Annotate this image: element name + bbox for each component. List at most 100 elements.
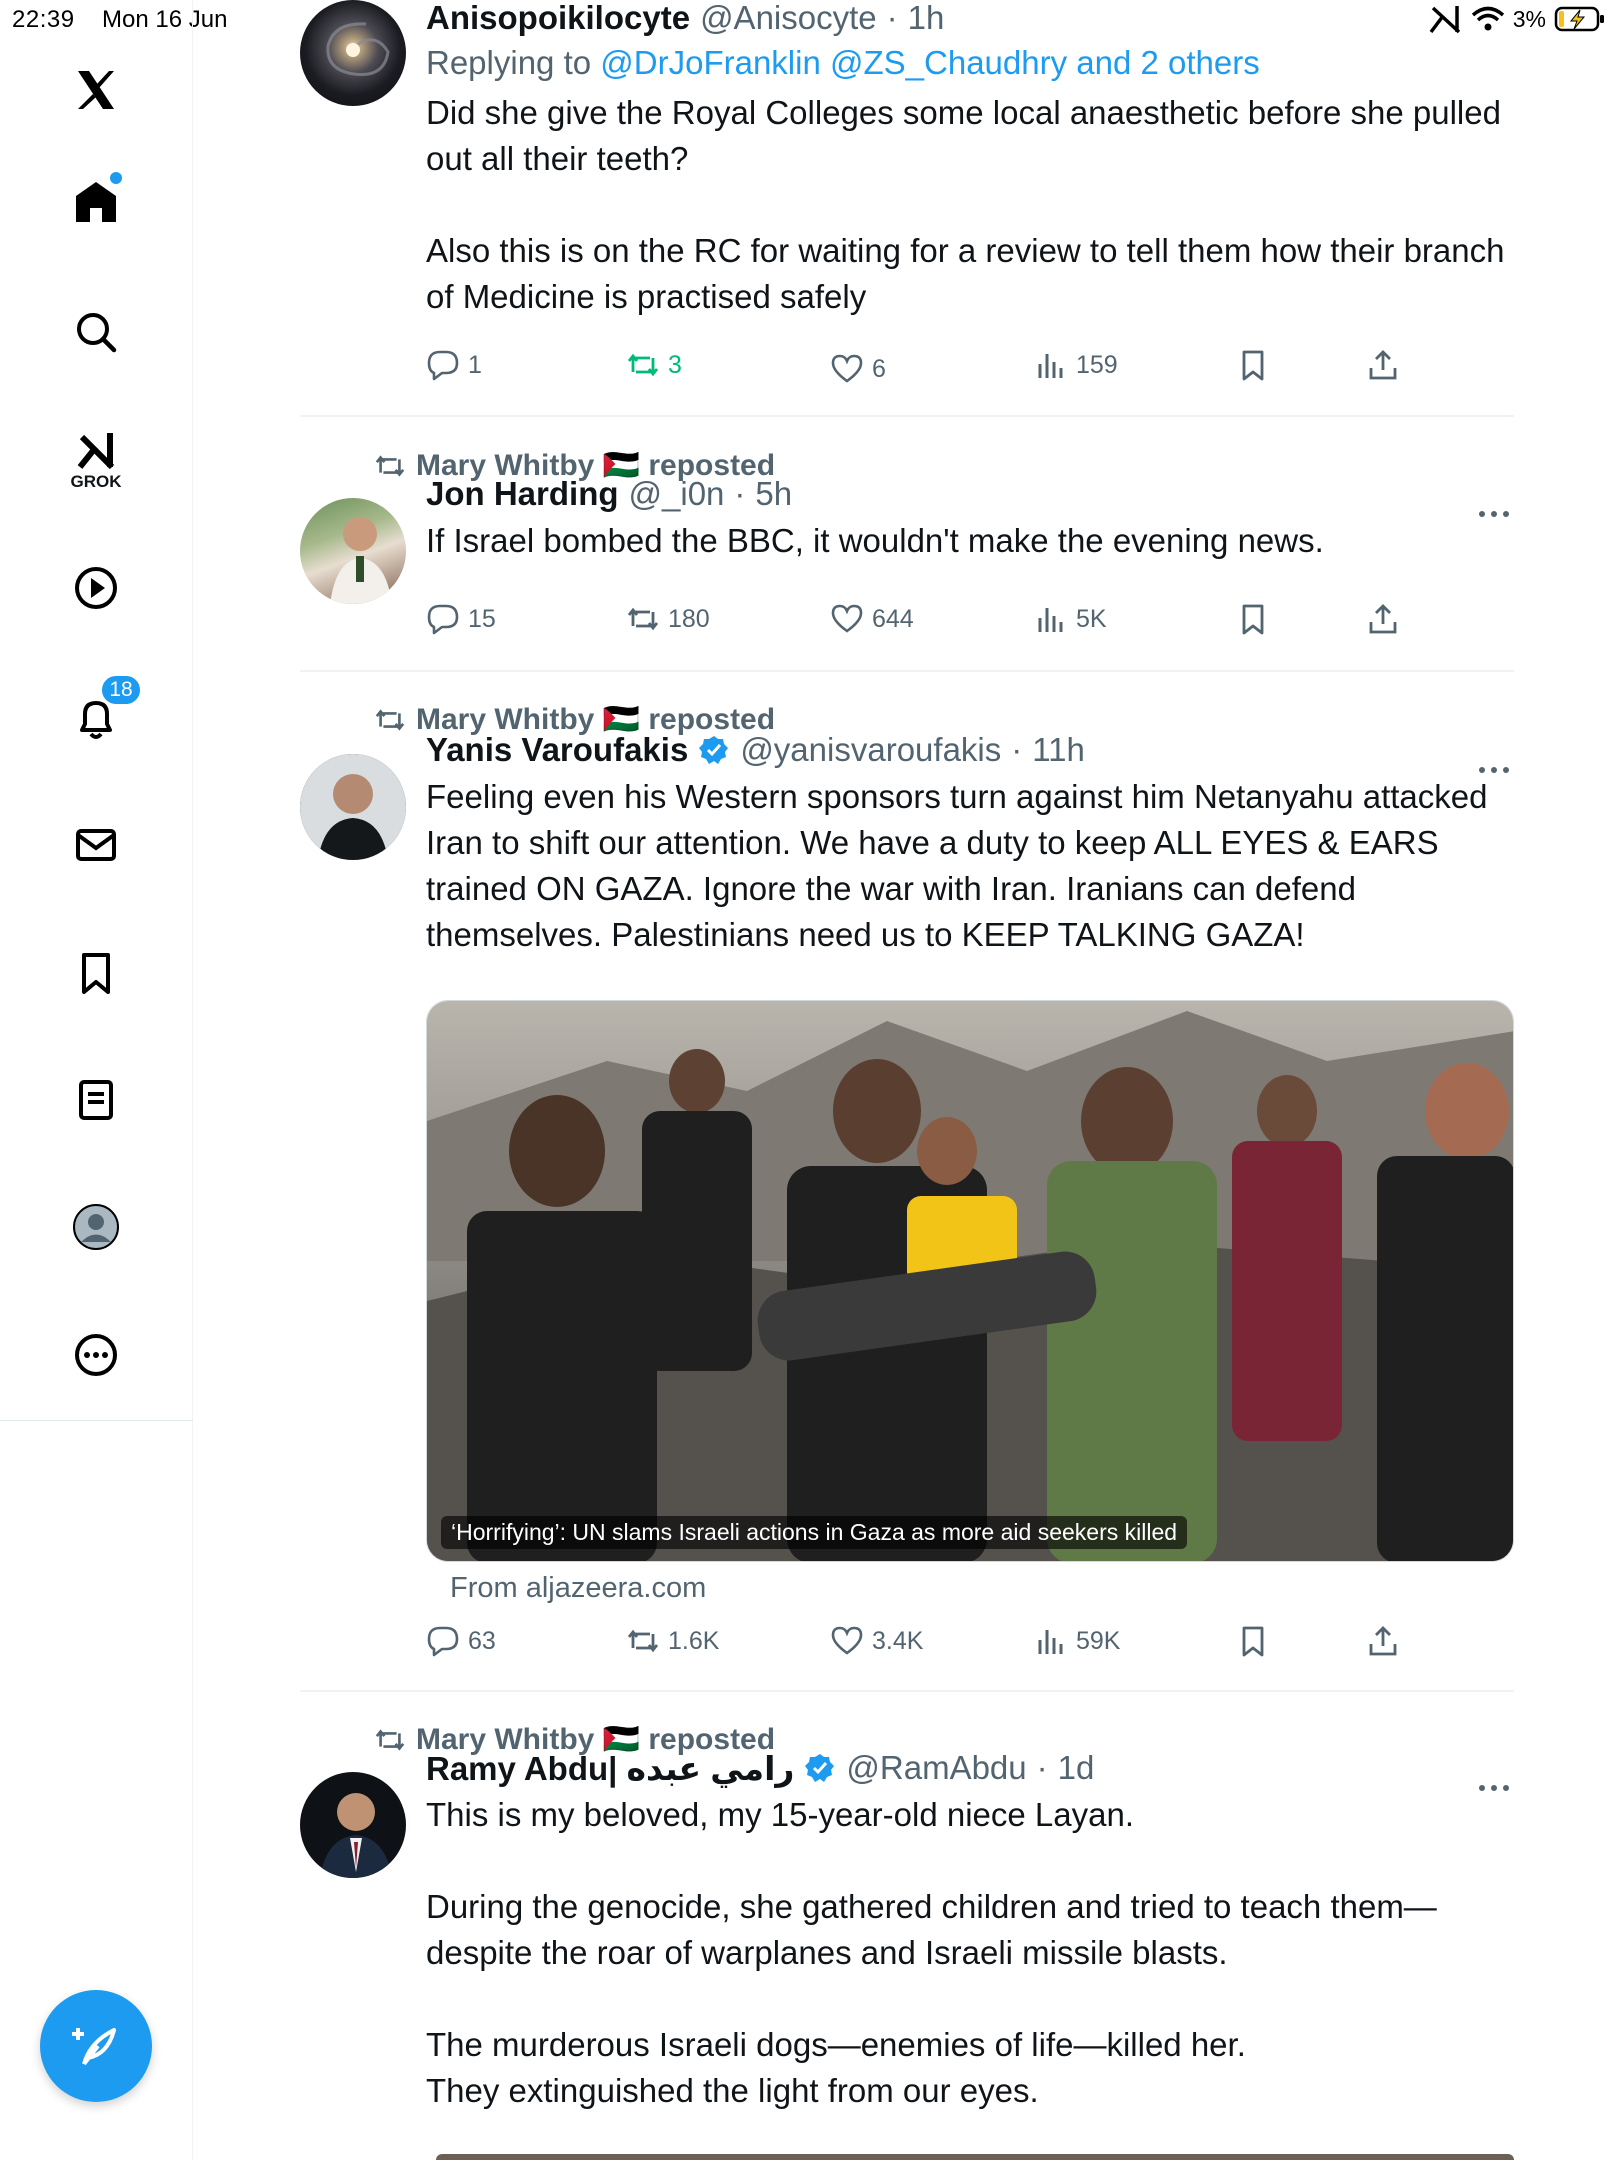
tweet-divider	[300, 415, 1514, 417]
bookmark-icon	[1242, 604, 1264, 635]
link-card-image	[427, 1001, 1513, 1561]
display-name[interactable]: Yanis Varoufakis	[426, 731, 688, 769]
link-card[interactable]: ‘Horrifying’: UN slams Israeli actions i…	[426, 1000, 1514, 1562]
more-options-icon[interactable]	[1474, 760, 1514, 780]
repost-count: 3	[668, 350, 682, 379]
timestamp[interactable]: 1h	[908, 0, 945, 37]
reply-button[interactable]: 1	[426, 348, 482, 382]
handle[interactable]: @RamAbdu	[846, 1749, 1026, 1787]
tweet-body: Anisopoikilocyte @Anisocyte · 1h Replyin…	[426, 0, 1514, 320]
handle[interactable]: @_i0n	[629, 475, 725, 513]
tweet-actions: 63 1.6K 3.4K 59K	[426, 1624, 1514, 1664]
home-notification-dot	[110, 172, 122, 184]
share-button[interactable]	[1366, 602, 1400, 636]
bookmark-button[interactable]	[1236, 1624, 1270, 1658]
avatar[interactable]	[300, 0, 406, 106]
views-icon	[1038, 1630, 1063, 1654]
reply-context: Replying to @DrJoFranklin @ZS_Chaudhry a…	[426, 44, 1514, 82]
tweet-header: Ramy Abdu| رامي عبده @RamAbdu · 1d	[426, 1748, 1514, 1788]
share-button[interactable]	[1366, 1624, 1400, 1658]
repost-small-icon	[375, 454, 405, 477]
sidebar-item-lists[interactable]	[66, 1070, 126, 1130]
mail-icon	[76, 829, 116, 861]
repost-small-icon	[375, 708, 405, 731]
bookmark-icon	[82, 953, 110, 994]
more-options-icon[interactable]	[1474, 504, 1514, 524]
sidebar-item-messages[interactable]	[66, 815, 126, 875]
views-icon	[1038, 608, 1063, 632]
tweet-actions: 1 3 6 159	[426, 348, 1514, 388]
timestamp[interactable]: 5h	[755, 475, 792, 513]
verified-badge-icon	[805, 1754, 835, 1782]
compose-icon	[72, 2028, 116, 2066]
more-icon	[75, 1334, 117, 1376]
like-button[interactable]: 3.4K	[830, 1624, 923, 1658]
avatar[interactable]	[300, 754, 406, 860]
like-button[interactable]: 644	[830, 602, 914, 636]
grok-icon	[77, 433, 115, 470]
avatar[interactable]	[300, 1772, 406, 1878]
tweet[interactable]: Mary Whitby 🇵🇸 reposted Jon Harding @_i0…	[300, 418, 1514, 672]
separator-dot: ·	[1036, 1749, 1048, 1786]
share-button[interactable]	[1366, 348, 1400, 382]
reply-targets-link[interactable]: @DrJoFranklin @ZS_Chaudhry and 2 others	[600, 44, 1259, 81]
avatar-portrait	[300, 754, 406, 860]
tweet[interactable]: Mary Whitby 🇵🇸 reposted Ramy Abdu| رامي …	[300, 1692, 1514, 2160]
display-name[interactable]: Jon Harding	[426, 475, 619, 513]
bookmark-icon	[1242, 1626, 1264, 1657]
sidebar-item-videos[interactable]	[66, 558, 126, 618]
timestamp[interactable]: 11h	[1032, 731, 1085, 769]
galaxy-image	[326, 22, 390, 77]
sidebar-item-explore[interactable]	[66, 302, 126, 362]
like-count: 6	[872, 354, 886, 383]
handle[interactable]: @Anisocyte	[700, 0, 877, 37]
reply-prefix: Replying to	[426, 44, 592, 81]
timestamp[interactable]: 1d	[1058, 1749, 1095, 1787]
repost-button[interactable]: 180	[626, 602, 710, 636]
repost-count: 180	[668, 604, 710, 633]
share-icon	[1369, 1626, 1397, 1656]
reply-count: 63	[468, 1626, 496, 1655]
tweet-body: Jon Harding @_i0n · 5h If Israel bombed …	[426, 475, 1514, 564]
repost-button[interactable]: 3	[626, 348, 682, 382]
link-card-source[interactable]: From aljazeera.com	[450, 1572, 706, 1605]
tweet-text: Feeling even his Western sponsors turn a…	[426, 778, 1497, 953]
views-button[interactable]: 59K	[1034, 1624, 1120, 1658]
repost-icon	[627, 1629, 659, 1653]
reply-button[interactable]: 63	[426, 1624, 496, 1658]
tweet[interactable]: Mary Whitby 🇵🇸 reposted Yanis Varoufakis…	[300, 672, 1514, 1692]
reply-count: 15	[468, 604, 496, 633]
like-button[interactable]: 6	[830, 352, 886, 386]
x-logo-icon[interactable]	[66, 60, 126, 120]
sidebar: GROK 18	[0, 0, 193, 2160]
more-options-icon[interactable]	[1474, 1778, 1514, 1798]
bookmark-icon	[1242, 350, 1264, 381]
sidebar-item-bookmarks[interactable]	[66, 943, 126, 1003]
bookmark-button[interactable]	[1236, 348, 1270, 382]
sidebar-item-profile[interactable]	[66, 1197, 126, 1257]
sidebar-item-more[interactable]	[66, 1325, 126, 1385]
views-button[interactable]: 5K	[1034, 602, 1107, 636]
repost-icon	[627, 607, 659, 631]
sidebar-item-grok[interactable]: GROK	[66, 428, 126, 491]
tweet-actions: 15 180 644 5K	[426, 602, 1514, 642]
heart-icon	[831, 354, 863, 383]
bookmark-button[interactable]	[1236, 602, 1270, 636]
views-button[interactable]: 159	[1034, 348, 1118, 382]
sidebar-divider	[0, 1420, 193, 1421]
search-icon	[77, 313, 117, 353]
tweet-body: Yanis Varoufakis @yanisvaroufakis · 11h …	[426, 731, 1514, 958]
handle[interactable]: @yanisvaroufakis	[740, 731, 1001, 769]
sidebar-item-notifications[interactable]: 18	[66, 674, 142, 748]
tweet[interactable]: Anisopoikilocyte @Anisocyte · 1h Replyin…	[300, 0, 1514, 418]
display-name[interactable]: Ramy Abdu| رامي عبده	[426, 1749, 794, 1788]
tweet-header: Yanis Varoufakis @yanisvaroufakis · 11h	[426, 730, 1514, 770]
avatar[interactable]	[300, 498, 406, 604]
repost-icon	[627, 353, 659, 377]
repost-count: 1.6K	[668, 1626, 720, 1655]
repost-button[interactable]: 1.6K	[626, 1624, 719, 1658]
reply-button[interactable]: 15	[426, 602, 496, 636]
sidebar-item-home[interactable]	[66, 172, 126, 232]
display-name[interactable]: Anisopoikilocyte	[426, 0, 690, 37]
compose-button[interactable]	[40, 1990, 152, 2102]
